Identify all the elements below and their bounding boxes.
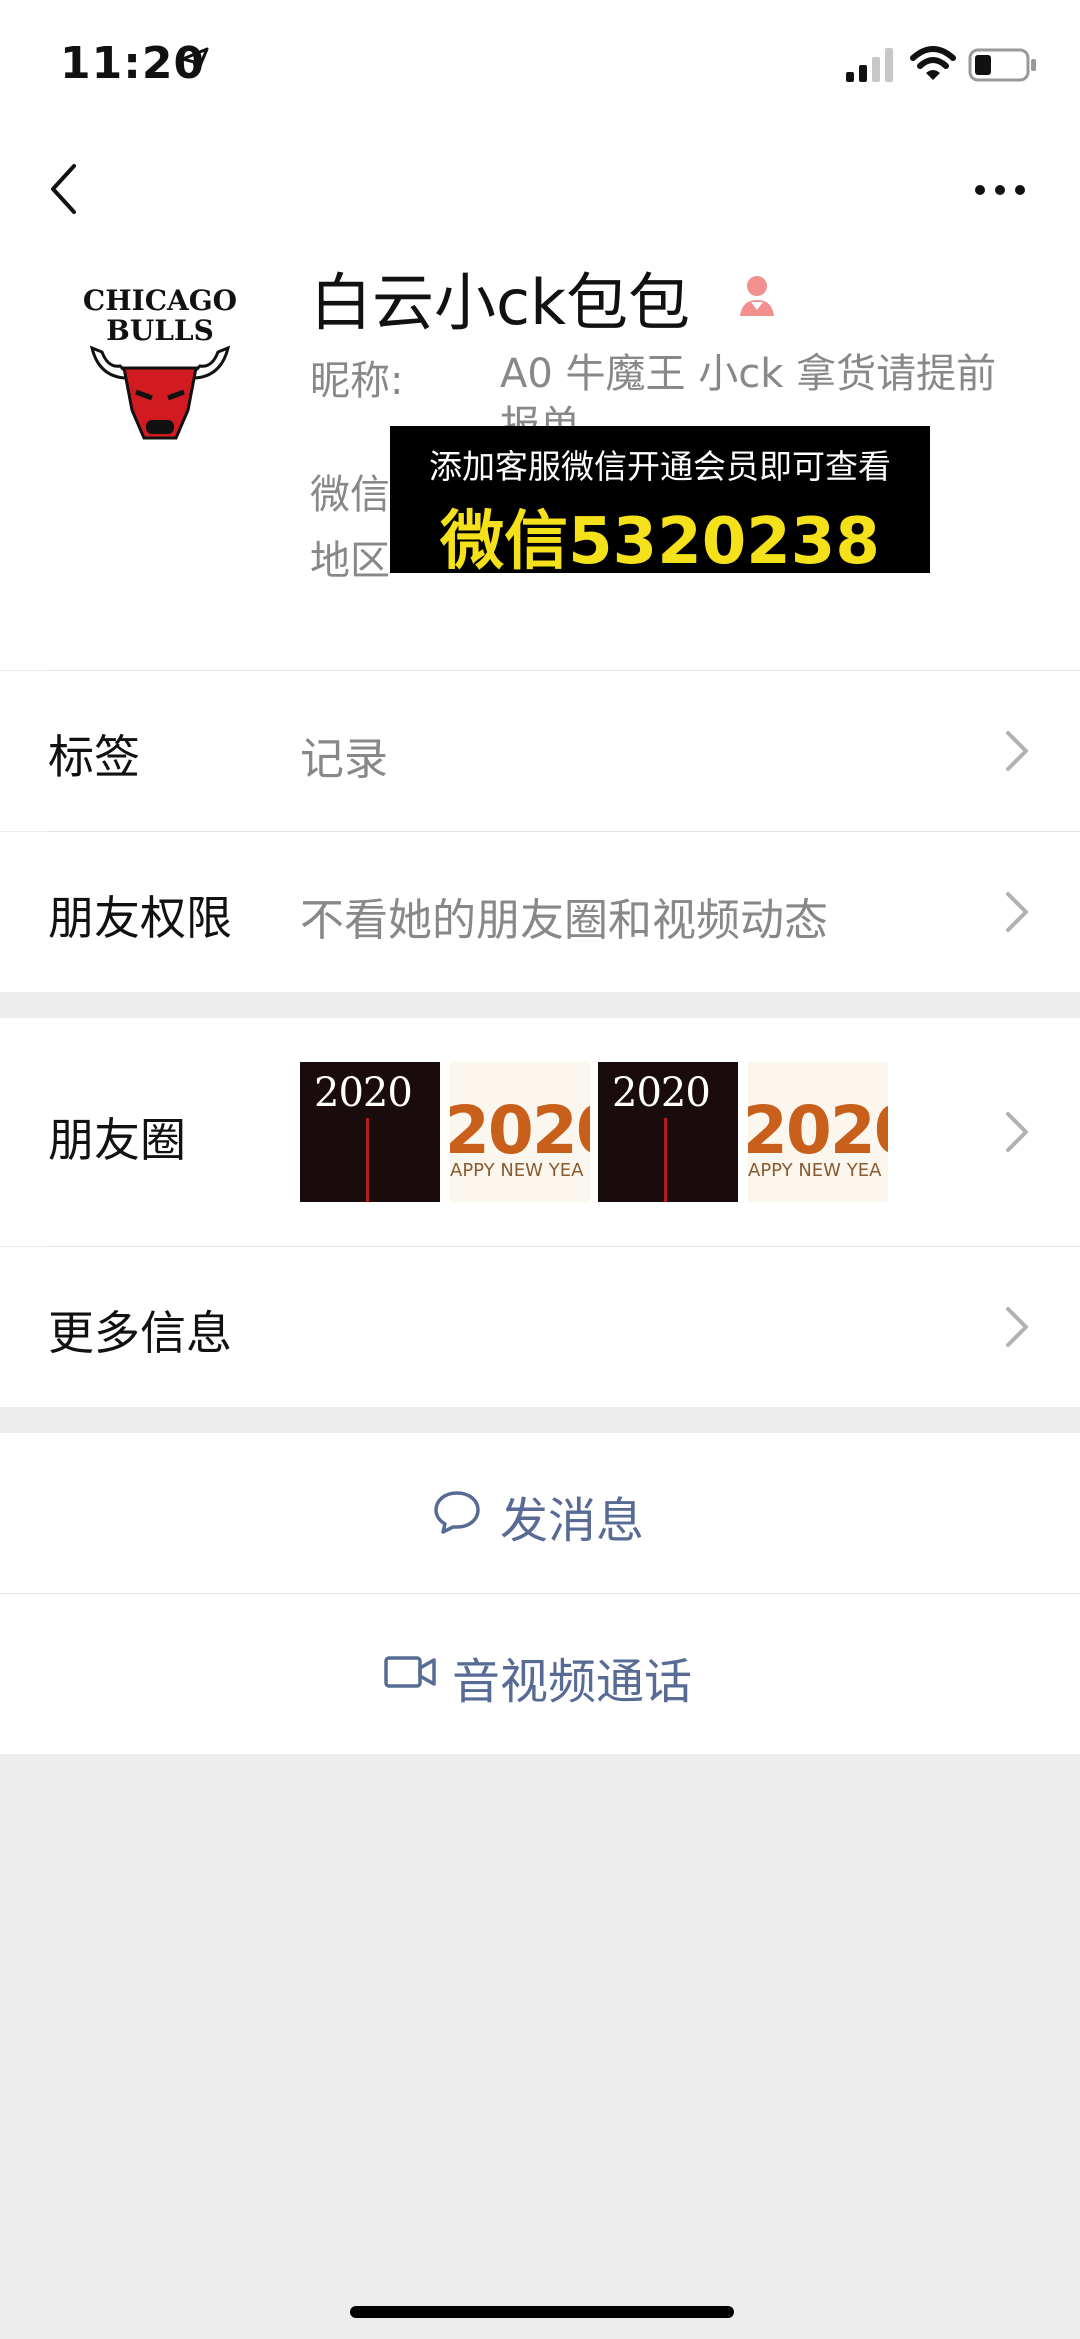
friend-permissions-value: 不看她的朋友圈和视频动态 (300, 895, 828, 946)
more-info-row[interactable]: 更多信息 (0, 1247, 1080, 1407)
moments-thumbnail[interactable]: 2020 (598, 1062, 738, 1202)
tags-value: 记录 (300, 734, 388, 785)
chevron-right-icon (1006, 892, 1028, 932)
thumbnail-caption: 2020 (314, 1070, 413, 1116)
home-indicator[interactable] (350, 2306, 734, 2318)
tags-row[interactable]: 标签 记录 (0, 671, 1080, 831)
chevron-right-icon (1006, 1112, 1028, 1152)
friend-permissions-row[interactable]: 朋友权限 不看她的朋友圈和视频动态 (0, 832, 1080, 992)
promo-overlay-contact: 微信5320238 (440, 505, 880, 579)
more-info-label: 更多信息 (48, 1306, 232, 1360)
chevron-right-icon (1006, 731, 1028, 771)
avatar-text-bottom: BULLS (106, 314, 214, 347)
chat-bubble-icon (434, 1491, 480, 1534)
thumbnail-graphic (664, 1118, 667, 1202)
moments-label: 朋友圈 (48, 1113, 186, 1167)
thumbnail-caption: 2020 (612, 1070, 711, 1116)
more-options-icon[interactable] (972, 180, 1028, 200)
battery-icon (968, 48, 1036, 82)
location-arrow-icon (181, 47, 209, 75)
chevron-right-icon (1006, 1307, 1028, 1347)
video-call-button[interactable]: 音视频通话 (0, 1594, 1080, 1754)
video-camera-icon (384, 1656, 436, 1688)
video-call-label: 音视频通话 (452, 1654, 693, 1710)
back-chevron-icon[interactable] (48, 162, 78, 216)
wifi-icon (910, 46, 956, 80)
avatar-text-top: CHICAGO (83, 284, 237, 317)
female-user-icon (740, 276, 774, 316)
cellular-signal-icon (846, 48, 893, 82)
moments-thumbnail[interactable]: 2020 APPY NEW YEA (748, 1062, 888, 1202)
profile-name: 白云小ck包包 (310, 266, 690, 339)
send-message-label: 发消息 (500, 1493, 645, 1549)
nickname-value: A0 牛魔王 小ck 拿货请提前报单 (500, 351, 997, 430)
promo-overlay-banner: 添加客服微信开通会员即可查看 微信5320238 (390, 426, 930, 579)
wechat-id-label: 微信 (310, 472, 390, 518)
friend-permissions-label: 朋友权限 (48, 891, 232, 945)
region-label: 地区 (310, 538, 390, 584)
thumbnail-caption: 2020 (748, 1092, 888, 1169)
moments-thumbnail[interactable]: 2020 (300, 1062, 440, 1202)
thumbnail-caption: 2020 (450, 1092, 590, 1169)
tags-label: 标签 (48, 730, 140, 784)
send-message-button[interactable]: 发消息 (0, 1433, 1080, 1593)
moments-thumbnail[interactable]: 2020 APPY NEW YEA (450, 1062, 590, 1202)
thumbnail-subcaption: APPY NEW YEA (748, 1160, 882, 1181)
promo-overlay-text: 添加客服微信开通会员即可查看 (429, 447, 891, 486)
thumbnail-graphic (366, 1118, 369, 1202)
nickname-label: 昵称: (310, 358, 404, 404)
thumbnail-subcaption: APPY NEW YEA (450, 1160, 584, 1181)
avatar[interactable]: CHICAGO BULLS (80, 270, 240, 450)
status-bar: 11:20 (0, 0, 1080, 130)
